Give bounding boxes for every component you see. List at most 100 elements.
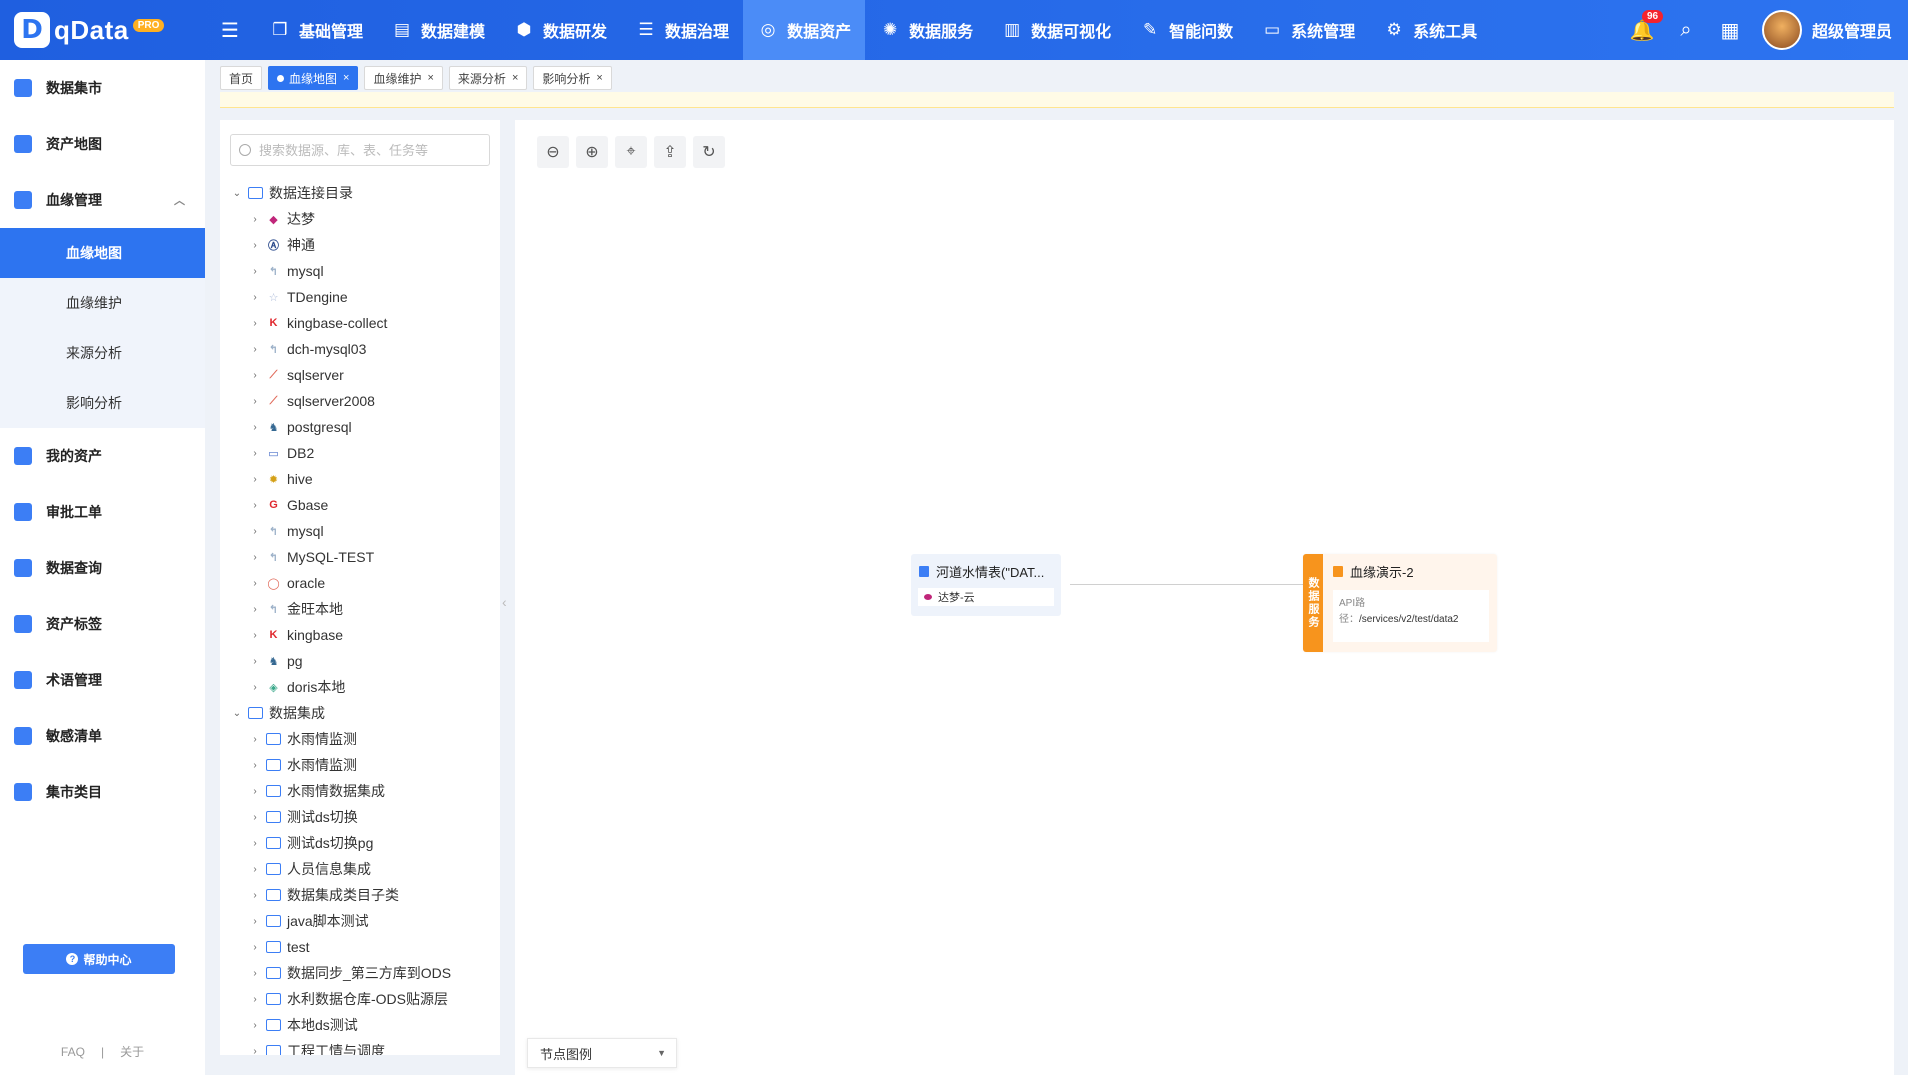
- submenu-item-2[interactable]: 来源分析: [0, 328, 205, 378]
- chevron-right-icon[interactable]: ›: [248, 890, 262, 901]
- nav-item-5[interactable]: ✺ 数据服务: [865, 0, 987, 60]
- tree-search-input[interactable]: [259, 142, 479, 158]
- zoom-in-icon[interactable]: ⊕: [576, 136, 608, 168]
- sidebar-item-sidebar-items_after-3[interactable]: 资产标签: [0, 596, 205, 652]
- node-legend-select[interactable]: 节点图例 ▼: [527, 1038, 677, 1068]
- chevron-right-icon[interactable]: ›: [248, 448, 262, 459]
- tab-4[interactable]: 影响分析 ×: [533, 66, 612, 90]
- submenu-item-1[interactable]: 血缘维护: [0, 278, 205, 328]
- tree-node[interactable]: › ⟋ sqlserver2008: [230, 388, 495, 414]
- tab-0[interactable]: 首页: [220, 66, 263, 90]
- tree-node[interactable]: › 测试ds切换: [230, 804, 495, 830]
- chevron-right-icon[interactable]: ›: [248, 474, 262, 485]
- nav-item-9[interactable]: ⚙ 系统工具: [1369, 0, 1491, 60]
- about-link[interactable]: 关于: [120, 1045, 144, 1059]
- sidebar-item-sidebar-items-0[interactable]: 数据集市: [0, 60, 205, 116]
- tree-node[interactable]: › 本地ds测试: [230, 1012, 495, 1038]
- chevron-right-icon[interactable]: ›: [248, 526, 262, 537]
- brand-logo[interactable]: D qData PRO: [0, 0, 205, 60]
- tree-node[interactable]: › 水雨情数据集成: [230, 778, 495, 804]
- tree-node[interactable]: › 测试ds切换pg: [230, 830, 495, 856]
- nav-item-4[interactable]: ◎ 数据资产: [743, 0, 866, 60]
- nav-item-0[interactable]: ❒ 基础管理: [255, 0, 377, 60]
- tab-3[interactable]: 来源分析 ×: [448, 66, 528, 90]
- nav-item-8[interactable]: ▭ 系统管理: [1247, 0, 1369, 60]
- tree-node[interactable]: › ⟋ sqlserver: [230, 362, 495, 388]
- source-node[interactable]: 河道水情表("DAT... 达梦-云: [911, 554, 1061, 616]
- chevron-right-icon[interactable]: ›: [248, 344, 262, 355]
- chevron-right-icon[interactable]: ›: [248, 240, 262, 251]
- tree-node[interactable]: › 工程工情与调度: [230, 1038, 495, 1055]
- tree-node[interactable]: › ♞ pg: [230, 648, 495, 674]
- sidebar-item-sidebar-items_after-1[interactable]: 审批工单: [0, 484, 205, 540]
- tree-node[interactable]: › ♞ postgresql: [230, 414, 495, 440]
- chevron-right-icon[interactable]: ›: [248, 318, 262, 329]
- tree-node[interactable]: › 数据同步_第三方库到ODS: [230, 960, 495, 986]
- refresh-icon[interactable]: ↻: [693, 136, 725, 168]
- sidebar-item-sidebar-items_after-2[interactable]: 数据查询: [0, 540, 205, 596]
- close-icon[interactable]: ×: [427, 72, 433, 84]
- chevron-right-icon[interactable]: ›: [248, 734, 262, 745]
- nav-item-3[interactable]: ☰ 数据治理: [621, 0, 743, 60]
- tree-node[interactable]: › 水利数据仓库-ODS贴源层: [230, 986, 495, 1012]
- tree-node[interactable]: › ▭ DB2: [230, 440, 495, 466]
- chevron-right-icon[interactable]: ›: [248, 214, 262, 225]
- tree-node[interactable]: › Kkingbase: [230, 622, 495, 648]
- chevron-right-icon[interactable]: ›: [248, 812, 262, 823]
- tree-node[interactable]: › ◆ 达梦: [230, 206, 495, 232]
- tab-2[interactable]: 血缘维护 ×: [364, 66, 443, 90]
- chevron-left-icon[interactable]: ‹: [502, 594, 507, 610]
- sidebar-item-sidebar-items_after-4[interactable]: 术语管理: [0, 652, 205, 708]
- tree-group[interactable]: ⌄ 数据连接目录: [230, 180, 495, 206]
- avatar[interactable]: [1761, 10, 1802, 50]
- tree-node[interactable]: › ☆ TDengine: [230, 284, 495, 310]
- submenu-item-3[interactable]: 影响分析: [0, 378, 205, 428]
- sidebar-item-sidebar-items_after-5[interactable]: 敏感清单: [0, 708, 205, 764]
- chevron-right-icon[interactable]: ›: [248, 292, 262, 303]
- help-center-button[interactable]: ? 帮助中心: [23, 944, 175, 974]
- tree-node[interactable]: › test: [230, 934, 495, 960]
- tree-node[interactable]: › 水雨情监测: [230, 752, 495, 778]
- chevron-right-icon[interactable]: ›: [248, 760, 262, 771]
- chevron-down-icon[interactable]: ⌄: [230, 188, 244, 199]
- sidebar-item-sidebar-items-1[interactable]: 资产地图: [0, 116, 205, 172]
- tree-node[interactable]: › ◈ doris本地: [230, 674, 495, 700]
- chevron-right-icon[interactable]: ›: [248, 916, 262, 927]
- chevron-right-icon[interactable]: ›: [248, 500, 262, 511]
- chevron-right-icon[interactable]: ›: [248, 968, 262, 979]
- tree-node[interactable]: › G Gbase: [230, 492, 495, 518]
- chevron-right-icon[interactable]: ›: [248, 370, 262, 381]
- tree-node[interactable]: › 人员信息集成: [230, 856, 495, 882]
- sidebar-item-sidebar-items_after-6[interactable]: 集市类目: [0, 764, 205, 820]
- chevron-right-icon[interactable]: ›: [248, 942, 262, 953]
- chevron-right-icon[interactable]: ›: [248, 422, 262, 433]
- chevron-right-icon[interactable]: ›: [248, 604, 262, 615]
- chevron-right-icon[interactable]: ›: [248, 682, 262, 693]
- chevron-right-icon[interactable]: ›: [248, 864, 262, 875]
- nav-item-6[interactable]: ▥ 数据可视化: [987, 0, 1125, 60]
- nav-item-1[interactable]: ▤ 数据建模: [377, 0, 499, 60]
- tree-node[interactable]: › ↰ 金旺本地: [230, 596, 495, 622]
- chevron-right-icon[interactable]: ›: [248, 1020, 262, 1031]
- tree-node[interactable]: › 数据集成类目子类: [230, 882, 495, 908]
- tab-1[interactable]: 血缘地图 ×: [268, 66, 359, 90]
- chevron-right-icon[interactable]: ›: [248, 578, 262, 589]
- search-icon[interactable]: ⌕: [1664, 0, 1708, 60]
- chevron-right-icon[interactable]: ›: [248, 630, 262, 641]
- nav-item-7[interactable]: ✎ 智能问数: [1125, 0, 1247, 60]
- chevron-right-icon[interactable]: ›: [248, 552, 262, 563]
- chevron-right-icon[interactable]: ›: [248, 266, 262, 277]
- nav-item-2[interactable]: ⬢ 数据研发: [499, 0, 621, 60]
- tree-node[interactable]: › 水雨情监测: [230, 726, 495, 752]
- close-icon[interactable]: ×: [596, 72, 602, 84]
- submenu-item-0[interactable]: 血缘地图: [0, 228, 205, 278]
- menu-fold-icon[interactable]: ☰: [205, 18, 255, 43]
- target-node[interactable]: 数据服务 血缘演示-2 API路径：/services/v2/test/data…: [1303, 554, 1497, 652]
- chevron-right-icon[interactable]: ›: [248, 1046, 262, 1056]
- chevron-right-icon[interactable]: ›: [248, 656, 262, 667]
- tree-node[interactable]: › ↰ mysql: [230, 258, 495, 284]
- locate-icon[interactable]: ⌖: [615, 136, 647, 168]
- lineage-canvas[interactable]: ⊖⊕⌖⇪↻ 河道水情表("DAT... 达梦-云 ▶ 数据服务 血缘演示-2 A…: [515, 120, 1894, 1075]
- faq-link[interactable]: FAQ: [61, 1045, 85, 1059]
- tree-node[interactable]: › ✹ hive: [230, 466, 495, 492]
